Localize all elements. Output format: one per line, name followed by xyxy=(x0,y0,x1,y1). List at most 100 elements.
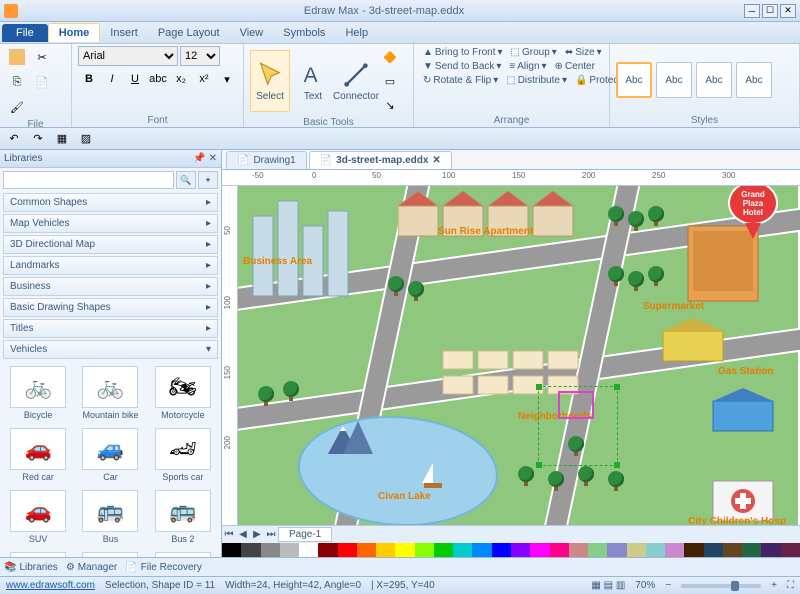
color-swatch[interactable] xyxy=(704,543,723,557)
color-swatch[interactable] xyxy=(550,543,569,557)
category-business[interactable]: Business▸ xyxy=(3,277,218,296)
bold-button[interactable]: B xyxy=(78,68,100,90)
redo-button[interactable]: ↷ xyxy=(28,130,48,148)
shape-motorcycle[interactable]: 🏍Motorcycle xyxy=(149,364,217,422)
menu-page-layout[interactable]: Page Layout xyxy=(148,24,230,42)
grid-button[interactable]: ▦ xyxy=(52,130,72,148)
color-swatch[interactable] xyxy=(453,543,472,557)
shape-bus-2[interactable]: 🚌Bus 2 xyxy=(149,488,217,546)
zoom-slider[interactable] xyxy=(681,584,761,588)
map-pin-hotel[interactable]: Grand Plaza Hotel xyxy=(728,186,778,241)
tab-file-recovery[interactable]: 📄 File Recovery xyxy=(125,562,202,573)
shape-car[interactable]: 🚙Car xyxy=(76,426,144,484)
shape-suv[interactable]: 🚗SUV xyxy=(4,488,72,546)
menu-view[interactable]: View xyxy=(230,24,274,42)
doc-tab-drawing1[interactable]: 📄 Drawing1 xyxy=(226,151,307,169)
undo-button[interactable]: ↶ xyxy=(4,130,24,148)
category-map-vehicles[interactable]: Map Vehicles▸ xyxy=(3,214,218,233)
align-button[interactable]: ≡ Align ▾ xyxy=(506,60,549,73)
shape-fill-button[interactable]: 🔶 xyxy=(379,46,401,68)
category-basic-drawing[interactable]: Basic Drawing Shapes▸ xyxy=(3,298,218,317)
category-vehicles[interactable]: Vehicles▾ xyxy=(3,340,218,359)
color-swatch[interactable] xyxy=(607,543,626,557)
underline-button[interactable]: U xyxy=(124,68,146,90)
color-swatch[interactable] xyxy=(511,543,530,557)
size-button[interactable]: ⬌ Size ▾ xyxy=(562,46,605,59)
select-tool[interactable]: Select xyxy=(250,50,290,112)
font-size-select[interactable]: 12 xyxy=(180,46,220,66)
file-menu-button[interactable]: File xyxy=(2,24,48,42)
group-button[interactable]: ⬚ Group ▾ xyxy=(508,46,560,59)
color-swatch[interactable] xyxy=(530,543,549,557)
color-swatch[interactable] xyxy=(742,543,761,557)
zoom-in-button[interactable]: + xyxy=(771,580,777,591)
shape-red-car[interactable]: 🚗Red car xyxy=(4,426,72,484)
view-mode-icons[interactable]: ▦ ▤ ▥ xyxy=(591,580,625,591)
send-back-button[interactable]: ▼ Send to Back ▾ xyxy=(420,60,504,73)
strike-button[interactable]: abc xyxy=(147,68,169,90)
color-swatch[interactable] xyxy=(376,543,395,557)
selection-crop[interactable] xyxy=(558,391,594,419)
color-swatch[interactable] xyxy=(280,543,299,557)
category-3d-directional[interactable]: 3D Directional Map▸ xyxy=(3,235,218,254)
color-palette[interactable] xyxy=(222,543,800,557)
page-first[interactable]: ⏮ xyxy=(222,529,236,540)
color-swatch[interactable] xyxy=(241,543,260,557)
menu-symbols[interactable]: Symbols xyxy=(273,24,335,42)
shape-bus[interactable]: 🚌Bus xyxy=(76,488,144,546)
color-swatch[interactable] xyxy=(318,543,337,557)
close-button[interactable]: ✕ xyxy=(780,4,796,18)
font-family-select[interactable]: Arial xyxy=(78,46,178,66)
zoom-out-button[interactable]: − xyxy=(665,580,671,591)
shape-helicopter-2[interactable]: 🚁Helicopter 2 xyxy=(76,550,144,557)
text-tool[interactable]: A Text xyxy=(293,50,333,112)
tab-libraries[interactable]: 📚 Libraries xyxy=(4,562,58,573)
format-painter-button[interactable]: 🖌 xyxy=(6,96,28,118)
menu-help[interactable]: Help xyxy=(335,24,378,42)
shape-airplane[interactable]: ✈Airplane xyxy=(149,550,217,557)
doc-tab-streetmap[interactable]: 📄 3d-street-map.eddx ✕ xyxy=(309,151,452,169)
color-swatch[interactable] xyxy=(415,543,434,557)
cut-button[interactable]: ✂ xyxy=(31,46,53,68)
page-prev[interactable]: ◀ xyxy=(236,529,250,540)
rotate-button[interactable]: ↻ Rotate & Flip ▾ xyxy=(420,74,501,87)
style-swatch-3[interactable]: Abc xyxy=(696,62,732,98)
color-swatch[interactable] xyxy=(357,543,376,557)
page-tab-1[interactable]: Page-1 xyxy=(278,527,332,542)
color-swatch[interactable] xyxy=(627,543,646,557)
color-swatch[interactable] xyxy=(781,543,800,557)
color-swatch[interactable] xyxy=(299,543,318,557)
minimize-button[interactable]: ─ xyxy=(744,4,760,18)
style-swatch-1[interactable]: Abc xyxy=(616,62,652,98)
status-url[interactable]: www.edrawsoft.com xyxy=(6,580,95,591)
canvas[interactable]: Business Area Sun Rise Apartment Superma… xyxy=(238,186,800,525)
color-swatch[interactable] xyxy=(665,543,684,557)
sidebar-pin-icon[interactable]: 📌 ✕ xyxy=(193,153,217,164)
sup-button[interactable]: x² xyxy=(193,68,215,90)
shape-helicopter[interactable]: 🚁Helicopter xyxy=(4,550,72,557)
color-swatch[interactable] xyxy=(723,543,742,557)
color-swatch[interactable] xyxy=(434,543,453,557)
tab-manager[interactable]: ⚙ Manager xyxy=(66,562,117,573)
color-swatch[interactable] xyxy=(492,543,511,557)
library-search-input[interactable] xyxy=(3,171,174,189)
color-swatch[interactable] xyxy=(588,543,607,557)
new-button[interactable]: 📄 xyxy=(31,71,53,93)
shape-sports-car[interactable]: 🏎Sports car xyxy=(149,426,217,484)
paste-button[interactable] xyxy=(6,46,28,68)
library-search-button[interactable]: 🔍 xyxy=(176,171,196,189)
color-swatch[interactable] xyxy=(222,543,241,557)
color-swatch[interactable] xyxy=(261,543,280,557)
italic-button[interactable]: I xyxy=(101,68,123,90)
menu-home[interactable]: Home xyxy=(48,23,101,42)
shape-mountain-bike[interactable]: 🚲Mountain bike xyxy=(76,364,144,422)
shape-bicycle[interactable]: 🚲Bicycle xyxy=(4,364,72,422)
connector-tool[interactable]: Connector xyxy=(336,50,376,112)
font-more-button[interactable]: ▾ xyxy=(216,68,238,90)
library-add-button[interactable]: + xyxy=(198,171,218,189)
category-landmarks[interactable]: Landmarks▸ xyxy=(3,256,218,275)
maximize-button[interactable]: ☐ xyxy=(762,4,778,18)
style-swatch-2[interactable]: Abc xyxy=(656,62,692,98)
copy-button[interactable]: ⎘ xyxy=(6,71,28,93)
color-swatch[interactable] xyxy=(472,543,491,557)
